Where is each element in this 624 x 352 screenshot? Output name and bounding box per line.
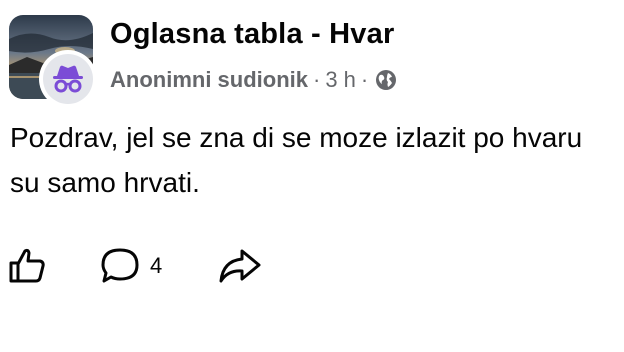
meta-separator: · <box>360 67 369 92</box>
comment-count: 4 <box>150 253 163 278</box>
incognito-icon <box>53 65 83 93</box>
post-card: Oglasna tabla - Hvar Anonimni sudionik ·… <box>0 0 624 352</box>
post-text: Pozdrav, jel se zna di se moze izlazit p… <box>10 115 624 205</box>
author-name-link[interactable]: Anonimni sudionik <box>110 67 308 93</box>
thumbs-up-icon <box>9 248 45 283</box>
comment-bubble-icon <box>101 248 139 283</box>
anonymous-avatar[interactable] <box>39 50 97 108</box>
group-name-link[interactable]: Oglasna tabla - Hvar <box>110 18 394 51</box>
anonymous-avatar-circle <box>43 54 93 104</box>
share-button[interactable] <box>218 244 262 288</box>
meta-separator: · <box>313 67 321 92</box>
post-timestamp[interactable]: 3 h <box>325 67 356 93</box>
post-meta: Anonimni sudionik · 3 h · <box>110 65 397 95</box>
comment-button[interactable]: 4 <box>100 244 162 288</box>
globe-icon[interactable] <box>375 69 397 91</box>
post-actions: 4 <box>0 244 624 288</box>
share-arrow-icon <box>219 249 261 283</box>
like-button[interactable] <box>8 244 46 288</box>
post-text-line: Pozdrav, jel se zna di se moze izlazit p… <box>10 122 583 153</box>
post-text-line: su samo hrvati. <box>10 167 200 198</box>
